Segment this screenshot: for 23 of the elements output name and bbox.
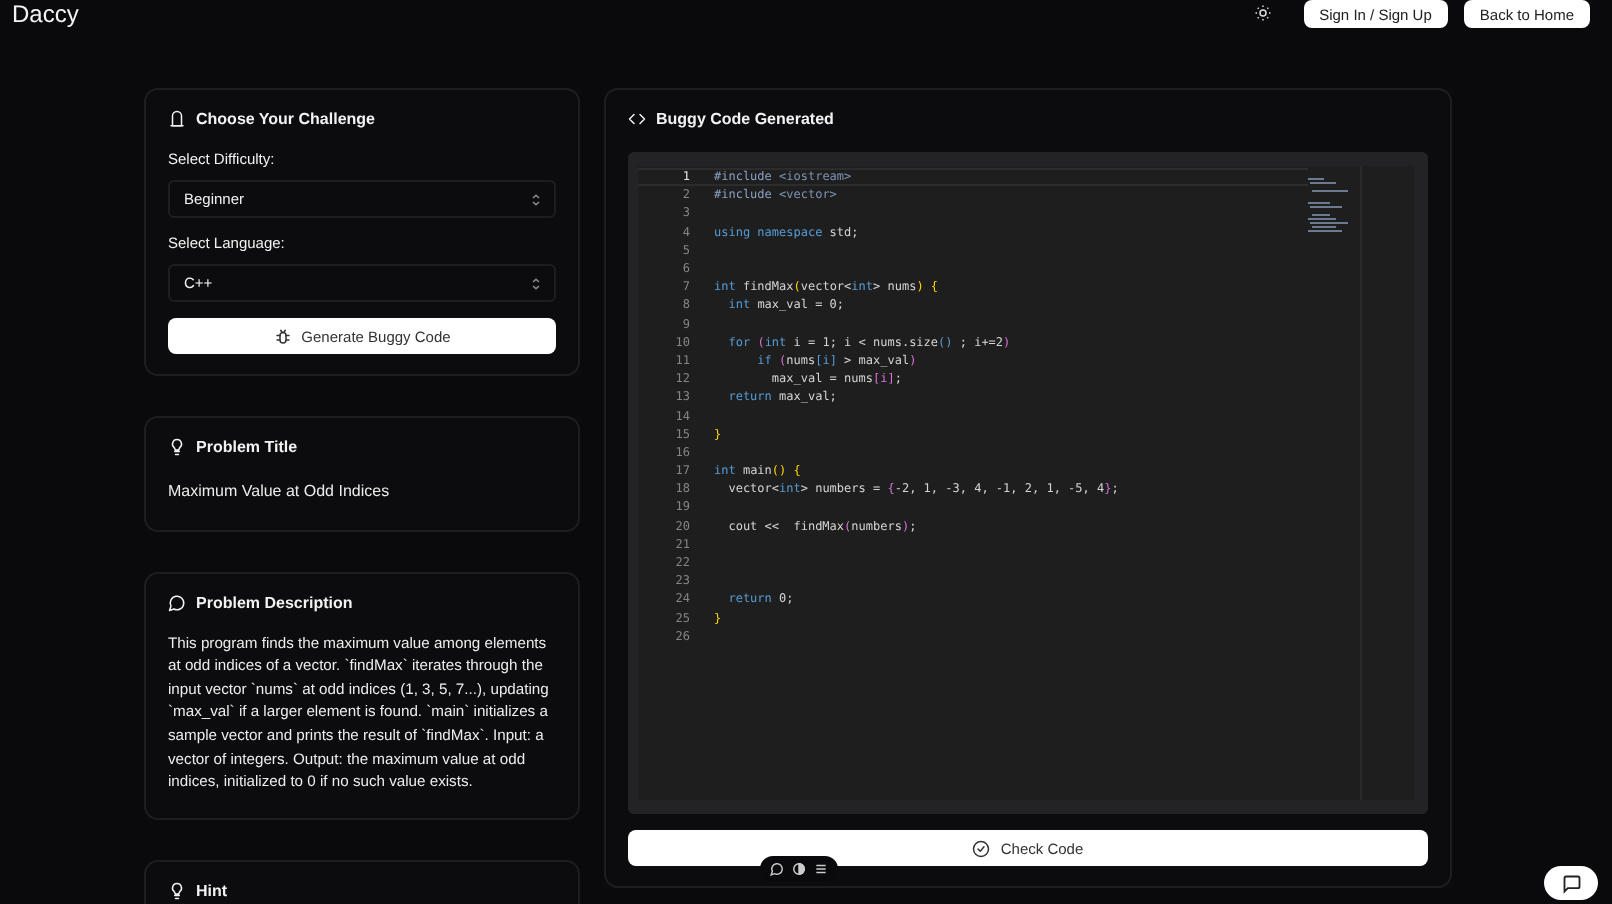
chevron-icon: [532, 277, 540, 289]
check-circle-icon: [972, 839, 991, 858]
speech-bubble-icon[interactable]: [770, 862, 784, 876]
chat-button[interactable]: [1544, 866, 1598, 900]
card-title: Hint: [196, 881, 228, 900]
minimap-drawing: [1308, 178, 1352, 238]
lightbulb-icon: [168, 438, 186, 456]
list-icon[interactable]: [814, 862, 828, 876]
card-title: Choose Your Challenge: [196, 110, 375, 128]
lightbulb-icon: [168, 881, 186, 900]
problem-title-text: Maximum Value at Odd Indices: [168, 480, 392, 504]
bell-icon: [168, 110, 186, 128]
bug-icon: [273, 327, 292, 345]
panel-title: Buggy Code Generated: [656, 110, 834, 128]
chevron-icon: [532, 193, 540, 205]
contrast-icon[interactable]: [792, 862, 806, 876]
card-title: Problem Description: [196, 593, 353, 612]
app-logo[interactable]: Daccy: [12, 0, 79, 28]
speech-bubble-icon: [168, 593, 186, 612]
sun-icon[interactable]: [1253, 4, 1272, 22]
card-title: Problem Title: [196, 438, 298, 456]
message-icon: [1561, 873, 1581, 893]
code-icon: [628, 110, 646, 128]
